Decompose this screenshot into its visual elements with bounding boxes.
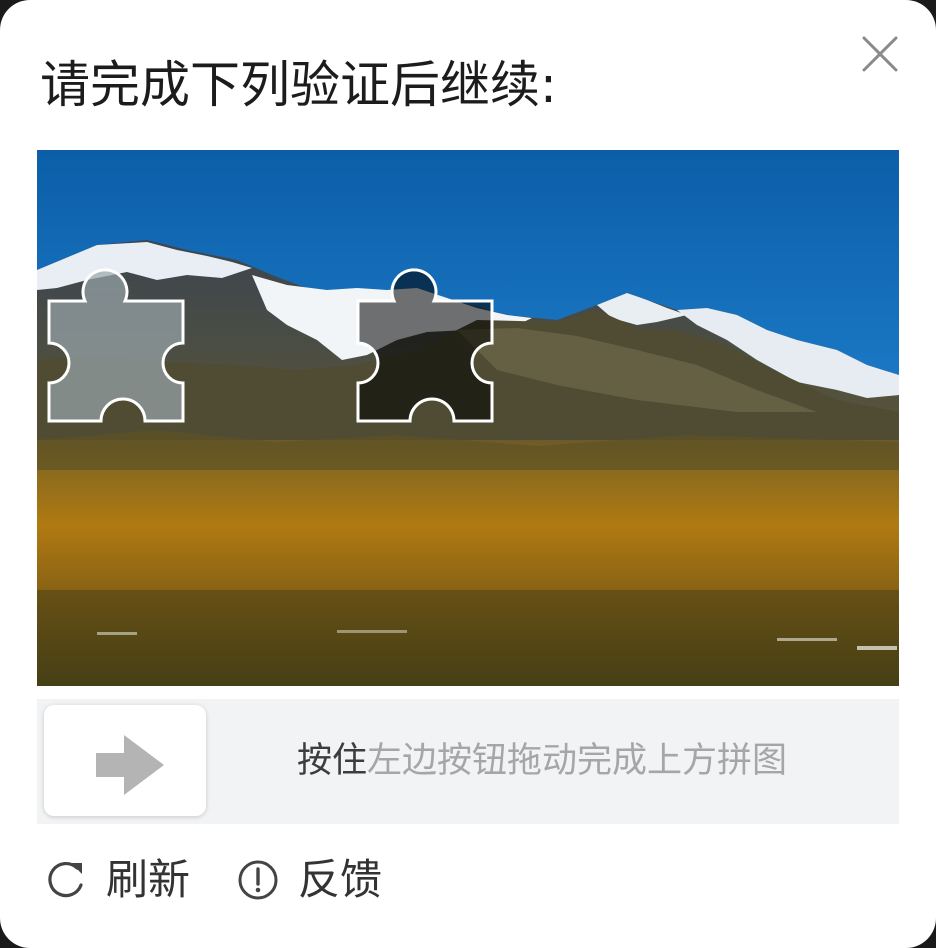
close-icon (862, 36, 898, 72)
refresh-icon (48, 861, 83, 898)
captcha-dialog: 请完成下列验证后继续: 按住左边按钮拖动完成上方拼图 刷新 反馈 (0, 0, 936, 948)
refresh-label: 刷新 (106, 855, 191, 904)
landscape-background (37, 150, 899, 686)
slider-hint: 按住左边按钮拖动完成上方拼图 (297, 737, 787, 785)
slider-handle[interactable] (44, 705, 206, 816)
feedback-button[interactable]: 反馈 (236, 850, 382, 910)
arrow-right-icon (96, 735, 164, 795)
feedback-label: 反馈 (298, 855, 383, 904)
close-button[interactable] (852, 26, 908, 82)
refresh-button[interactable]: 刷新 (44, 850, 190, 910)
info-circle-icon (238, 860, 278, 900)
slider-hint-rest: 左边按钮拖动完成上方拼图 (367, 741, 788, 781)
dialog-title: 请完成下列验证后继续: (40, 56, 557, 114)
slider-hint-emphasis: 按住 (297, 741, 368, 781)
slider-track: 按住左边按钮拖动完成上方拼图 (37, 699, 899, 824)
puzzle-image (37, 150, 899, 686)
